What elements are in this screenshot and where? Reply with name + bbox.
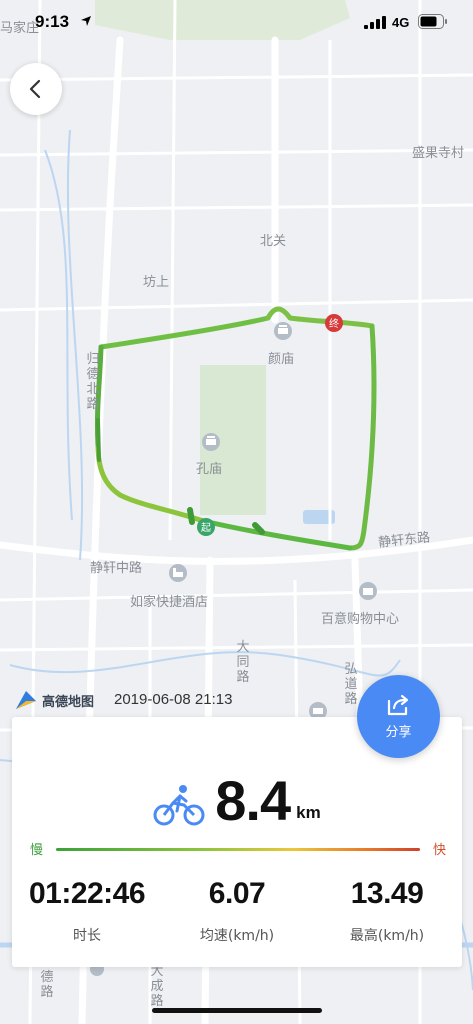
ride-timestamp: 2019-06-08 21:13 (114, 691, 233, 708)
svg-text:终: 终 (329, 317, 339, 330)
svg-text:起: 起 (201, 522, 211, 534)
chevron-left-icon (29, 79, 41, 99)
map-label-kongmiao: 孔庙 (196, 462, 223, 477)
bicycle-icon (153, 785, 205, 826)
avg-speed-stat: 6.07 均速(km/h) (162, 877, 312, 945)
speed-gradient-bar (56, 848, 420, 851)
distance-value: 8.4 (215, 769, 291, 832)
back-button[interactable] (10, 63, 62, 115)
map-label-shengguosicun: 盛果寺村 (412, 146, 465, 161)
distance-row: 8.4 km (12, 759, 462, 829)
map-label-datonglu: 大同路 (236, 640, 250, 685)
home-indicator[interactable] (152, 1008, 322, 1013)
map-label-bottom-mid: 大成路 (150, 964, 164, 1009)
route-end-marker: 终 (325, 314, 343, 332)
battery-icon (418, 14, 447, 29)
max-speed-label: 最高(km/h) (349, 928, 425, 944)
duration-label: 时长 (73, 928, 101, 944)
avg-speed-label: 均速(km/h) (199, 928, 275, 944)
max-speed-value: 13.49 (350, 877, 424, 910)
slow-label: 慢 (30, 843, 44, 858)
avg-speed-value: 6.07 (208, 877, 266, 910)
temple-icon-yanmiao (274, 322, 292, 340)
shopping-icon (359, 582, 377, 600)
map-label-beiguan: 北关 (260, 234, 287, 249)
location-arrow-icon (81, 16, 91, 26)
amap-logo-icon (16, 691, 36, 709)
map-label-yanmiao: 颜庙 (268, 352, 295, 367)
network-type: 4G (392, 15, 410, 30)
status-time: 9:13 (35, 12, 70, 31)
map-label-bottom-left: 德路 (40, 970, 54, 1000)
max-speed-stat: 13.49 最高(km/h) (312, 877, 462, 945)
signal-icon (364, 16, 386, 29)
map-label-hongdaolu: 弘道路 (344, 662, 358, 707)
map-label-jingxuanzhonglu: 静轩中路 (90, 561, 143, 576)
map-label-fangshang: 坊上 (143, 275, 170, 290)
amap-brand: 高德地图 (42, 694, 95, 710)
hotel-icon (169, 564, 187, 582)
map-label-baiyi: 百意购物中心 (321, 612, 400, 627)
share-button[interactable]: 分享 (357, 675, 440, 758)
share-icon (387, 694, 408, 716)
speed-legend: 慢 快 (30, 839, 446, 859)
map-label-rujia: 如家快捷酒店 (130, 595, 209, 610)
fast-label: 快 (432, 843, 446, 858)
map-label-guidebeilu: 归德北路 (86, 352, 100, 412)
amap-watermark: 高德地图 (14, 688, 94, 712)
duration-stat: 01:22:46 时长 (12, 877, 162, 945)
share-label: 分享 (385, 725, 412, 740)
duration-value: 01:22:46 (28, 877, 146, 910)
status-bar: 9:13 4G (0, 0, 473, 44)
distance-unit: km (296, 803, 321, 822)
temple-icon-kongmiao (202, 433, 220, 451)
route-start-marker: 起 (197, 518, 215, 536)
